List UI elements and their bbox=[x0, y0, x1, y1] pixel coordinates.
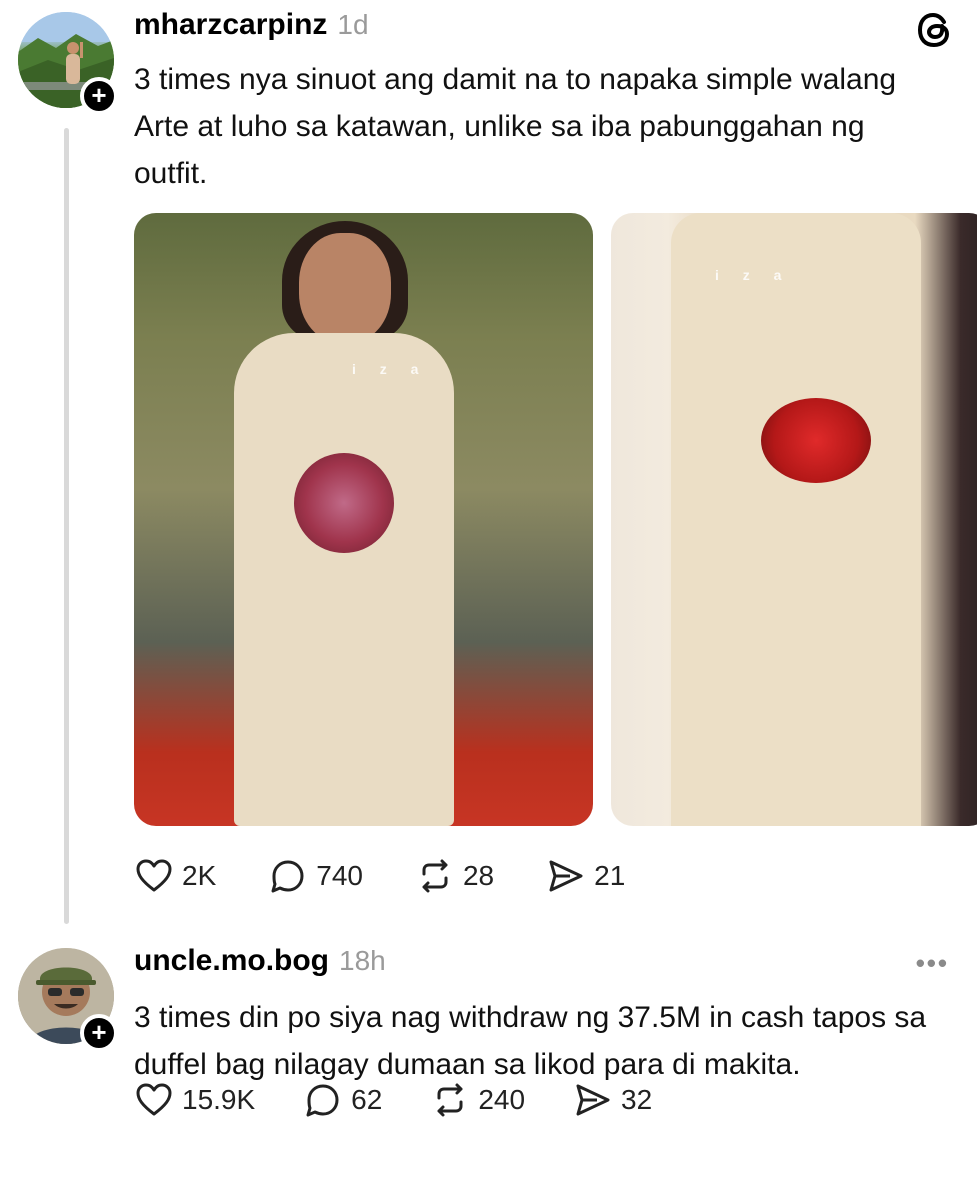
comment-bubble-icon bbox=[306, 1084, 339, 1117]
send-icon bbox=[576, 1084, 610, 1116]
follow-plus-icon[interactable]: + bbox=[80, 77, 118, 115]
post-header: uncle.mo.bog 18h bbox=[134, 944, 386, 978]
send-icon bbox=[549, 860, 583, 892]
post-photo[interactable]: i z a bbox=[611, 213, 977, 826]
username[interactable]: mharzcarpinz bbox=[134, 8, 327, 42]
post-media-carousel[interactable]: i z a i z a bbox=[134, 213, 977, 826]
like-button[interactable]: 15.9K bbox=[134, 1080, 255, 1120]
photo-watermark: i z a bbox=[715, 267, 792, 283]
post-actions: 15.9K 62 240 32 bbox=[134, 1080, 700, 1120]
share-button[interactable]: 21 bbox=[546, 856, 625, 896]
post-photo[interactable]: i z a bbox=[134, 213, 593, 826]
like-count: 15.9K bbox=[182, 1084, 256, 1115]
repost-count: 28 bbox=[462, 860, 495, 891]
post-text: 3 times nya sinuot ang damit na to napak… bbox=[134, 63, 897, 190]
share-count: 21 bbox=[594, 860, 626, 891]
like-button[interactable]: 2K bbox=[134, 856, 216, 896]
thread-connector-line bbox=[64, 128, 69, 924]
comment-bubble-icon bbox=[271, 860, 304, 893]
follow-plus-icon[interactable]: + bbox=[80, 1014, 118, 1052]
post-actions: 2K 740 28 21 bbox=[134, 856, 677, 896]
heart-icon bbox=[136, 1083, 172, 1116]
like-count: 2K bbox=[182, 860, 217, 891]
post-header: mharzcarpinz 1d bbox=[134, 8, 369, 42]
post-text: 3 times din po siya nag withdraw ng 37.5… bbox=[134, 1001, 927, 1081]
username[interactable]: uncle.mo.bog bbox=[134, 944, 329, 978]
reply-button[interactable]: 740 bbox=[268, 856, 363, 896]
reply-count: 62 bbox=[351, 1084, 383, 1115]
photo-detail bbox=[294, 453, 394, 553]
repost-count: 240 bbox=[478, 1084, 526, 1115]
reply-count: 740 bbox=[316, 860, 363, 891]
photo-detail bbox=[761, 398, 871, 483]
more-options-icon[interactable]: ••• bbox=[916, 948, 949, 979]
timestamp: 18h bbox=[339, 945, 386, 976]
threads-logo-icon[interactable] bbox=[913, 8, 957, 52]
reply-button[interactable]: 62 bbox=[303, 1080, 382, 1120]
repost-arrows-icon bbox=[437, 1083, 463, 1117]
repost-arrows-icon bbox=[422, 859, 448, 893]
repost-button[interactable]: 240 bbox=[430, 1080, 525, 1120]
timestamp: 1d bbox=[337, 9, 369, 40]
photo-watermark: i z a bbox=[352, 361, 429, 377]
photo-detail bbox=[671, 213, 921, 826]
thread-reply: + uncle.mo.bog 18h ••• 3 times din po si… bbox=[0, 930, 977, 1200]
photo-detail bbox=[234, 333, 454, 826]
share-count: 32 bbox=[621, 1084, 653, 1115]
thread-post: + mharzcarpinz 1d 3 times nya sinuot ang… bbox=[0, 0, 977, 930]
photo-detail bbox=[299, 233, 391, 343]
heart-icon bbox=[136, 859, 172, 892]
repost-button[interactable]: 28 bbox=[415, 856, 494, 896]
share-button[interactable]: 32 bbox=[573, 1080, 652, 1120]
